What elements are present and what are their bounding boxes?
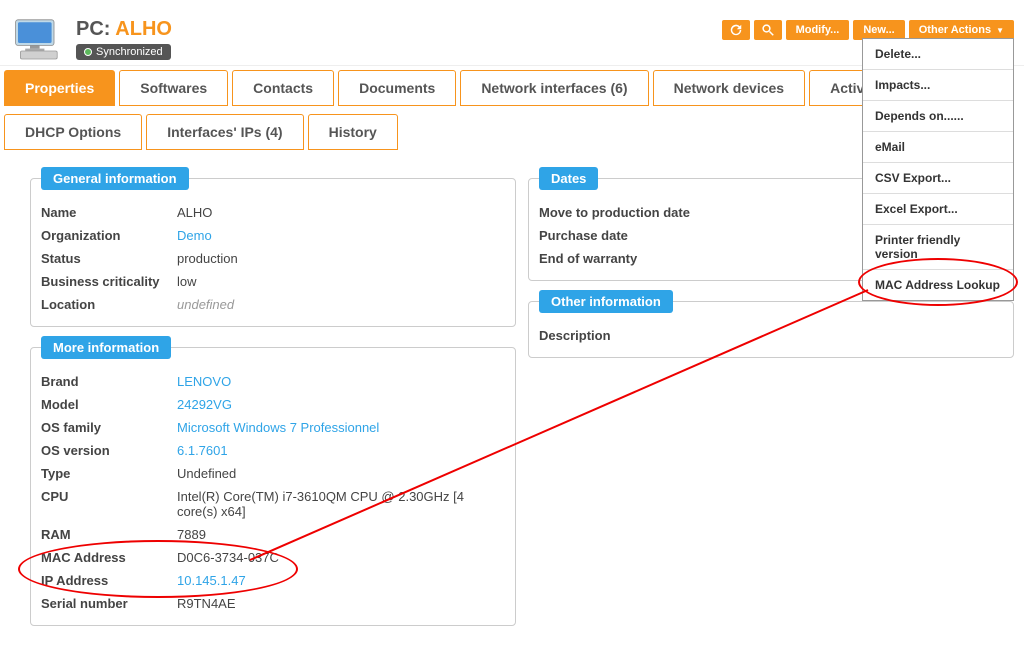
os-family-value[interactable]: Microsoft Windows 7 Professionnel <box>177 420 505 435</box>
menu-printer-friendly[interactable]: Printer friendly version <box>863 225 1013 270</box>
page-title: PC: ALHO <box>76 18 172 41</box>
refresh-icon <box>730 24 742 36</box>
mac-address-value: D0C6-3734-037C <box>177 550 505 565</box>
status-value: production <box>177 251 505 266</box>
organization-label: Organization <box>41 228 177 243</box>
search-button[interactable] <box>754 20 782 40</box>
cpu-value: Intel(R) Core(TM) i7-3610QM CPU @ 2.30GH… <box>177 489 505 519</box>
tab-network-devices[interactable]: Network devices <box>653 70 806 106</box>
menu-depends-on[interactable]: Depends on...... <box>863 101 1013 132</box>
os-family-label: OS family <box>41 420 177 435</box>
organization-value[interactable]: Demo <box>177 228 505 243</box>
other-actions-label: Other Actions <box>919 24 991 36</box>
brand-label: Brand <box>41 374 177 389</box>
location-value: undefined <box>177 297 505 312</box>
tab-history[interactable]: History <box>308 114 398 150</box>
purchase-date-label: Purchase date <box>539 228 719 243</box>
menu-email[interactable]: eMail <box>863 132 1013 163</box>
ip-address-value[interactable]: 10.145.1.47 <box>177 573 505 588</box>
title-name: ALHO <box>115 18 172 40</box>
os-version-value[interactable]: 6.1.7601 <box>177 443 505 458</box>
model-value[interactable]: 24292VG <box>177 397 505 412</box>
cpu-label: CPU <box>41 489 177 519</box>
tab-softwares[interactable]: Softwares <box>119 70 228 106</box>
other-information-title: Other information <box>539 290 673 313</box>
dates-title: Dates <box>539 167 598 190</box>
menu-excel-export[interactable]: Excel Export... <box>863 194 1013 225</box>
name-label: Name <box>41 205 177 220</box>
serial-number-value: R9TN4AE <box>177 596 505 611</box>
description-value <box>675 328 1003 343</box>
more-information-section: More information BrandLENOVO Model24292V… <box>30 347 516 626</box>
production-date-label: Move to production date <box>539 205 719 220</box>
menu-impacts[interactable]: Impacts... <box>863 70 1013 101</box>
status-badge: Synchronized <box>76 44 171 60</box>
menu-delete[interactable]: Delete... <box>863 39 1013 70</box>
criticality-label: Business criticality <box>41 274 177 289</box>
other-actions-menu: Delete... Impacts... Depends on...... eM… <box>862 38 1014 301</box>
ram-label: RAM <box>41 527 177 542</box>
serial-number-label: Serial number <box>41 596 177 611</box>
tab-network-interfaces[interactable]: Network interfaces (6) <box>460 70 648 106</box>
other-information-section: Other information Description <box>528 301 1014 358</box>
general-information-title: General information <box>41 167 189 190</box>
status-label: Status <box>41 251 177 266</box>
tab-contacts[interactable]: Contacts <box>232 70 334 106</box>
tab-documents[interactable]: Documents <box>338 70 456 106</box>
description-label: Description <box>539 328 675 343</box>
brand-value[interactable]: LENOVO <box>177 374 505 389</box>
chevron-down-icon: ▼ <box>996 26 1004 35</box>
ram-value: 7889 <box>177 527 505 542</box>
tab-properties[interactable]: Properties <box>4 70 115 106</box>
status-dot-icon <box>84 48 92 56</box>
menu-mac-address-lookup[interactable]: MAC Address Lookup <box>863 270 1013 300</box>
tab-interfaces-ips[interactable]: Interfaces' IPs (4) <box>146 114 303 150</box>
os-version-label: OS version <box>41 443 177 458</box>
refresh-button[interactable] <box>722 20 750 40</box>
status-badge-label: Synchronized <box>96 46 163 58</box>
model-label: Model <box>41 397 177 412</box>
new-button[interactable]: New... <box>853 20 904 40</box>
location-label: Location <box>41 297 177 312</box>
tab-dhcp-options[interactable]: DHCP Options <box>4 114 142 150</box>
name-value: ALHO <box>177 205 505 220</box>
modify-button[interactable]: Modify... <box>786 20 850 40</box>
menu-csv-export[interactable]: CSV Export... <box>863 163 1013 194</box>
criticality-value: low <box>177 274 505 289</box>
ip-address-label: IP Address <box>41 573 177 588</box>
type-label: Type <box>41 466 177 481</box>
pc-icon <box>14 18 62 60</box>
more-information-title: More information <box>41 336 171 359</box>
other-actions-button[interactable]: Other Actions ▼ <box>909 20 1014 40</box>
title-prefix: PC: <box>76 18 110 40</box>
type-value: Undefined <box>177 466 505 481</box>
warranty-label: End of warranty <box>539 251 719 266</box>
mac-address-label: MAC Address <box>41 550 177 565</box>
general-information-section: General information NameALHO Organizatio… <box>30 178 516 327</box>
search-icon <box>762 24 774 36</box>
